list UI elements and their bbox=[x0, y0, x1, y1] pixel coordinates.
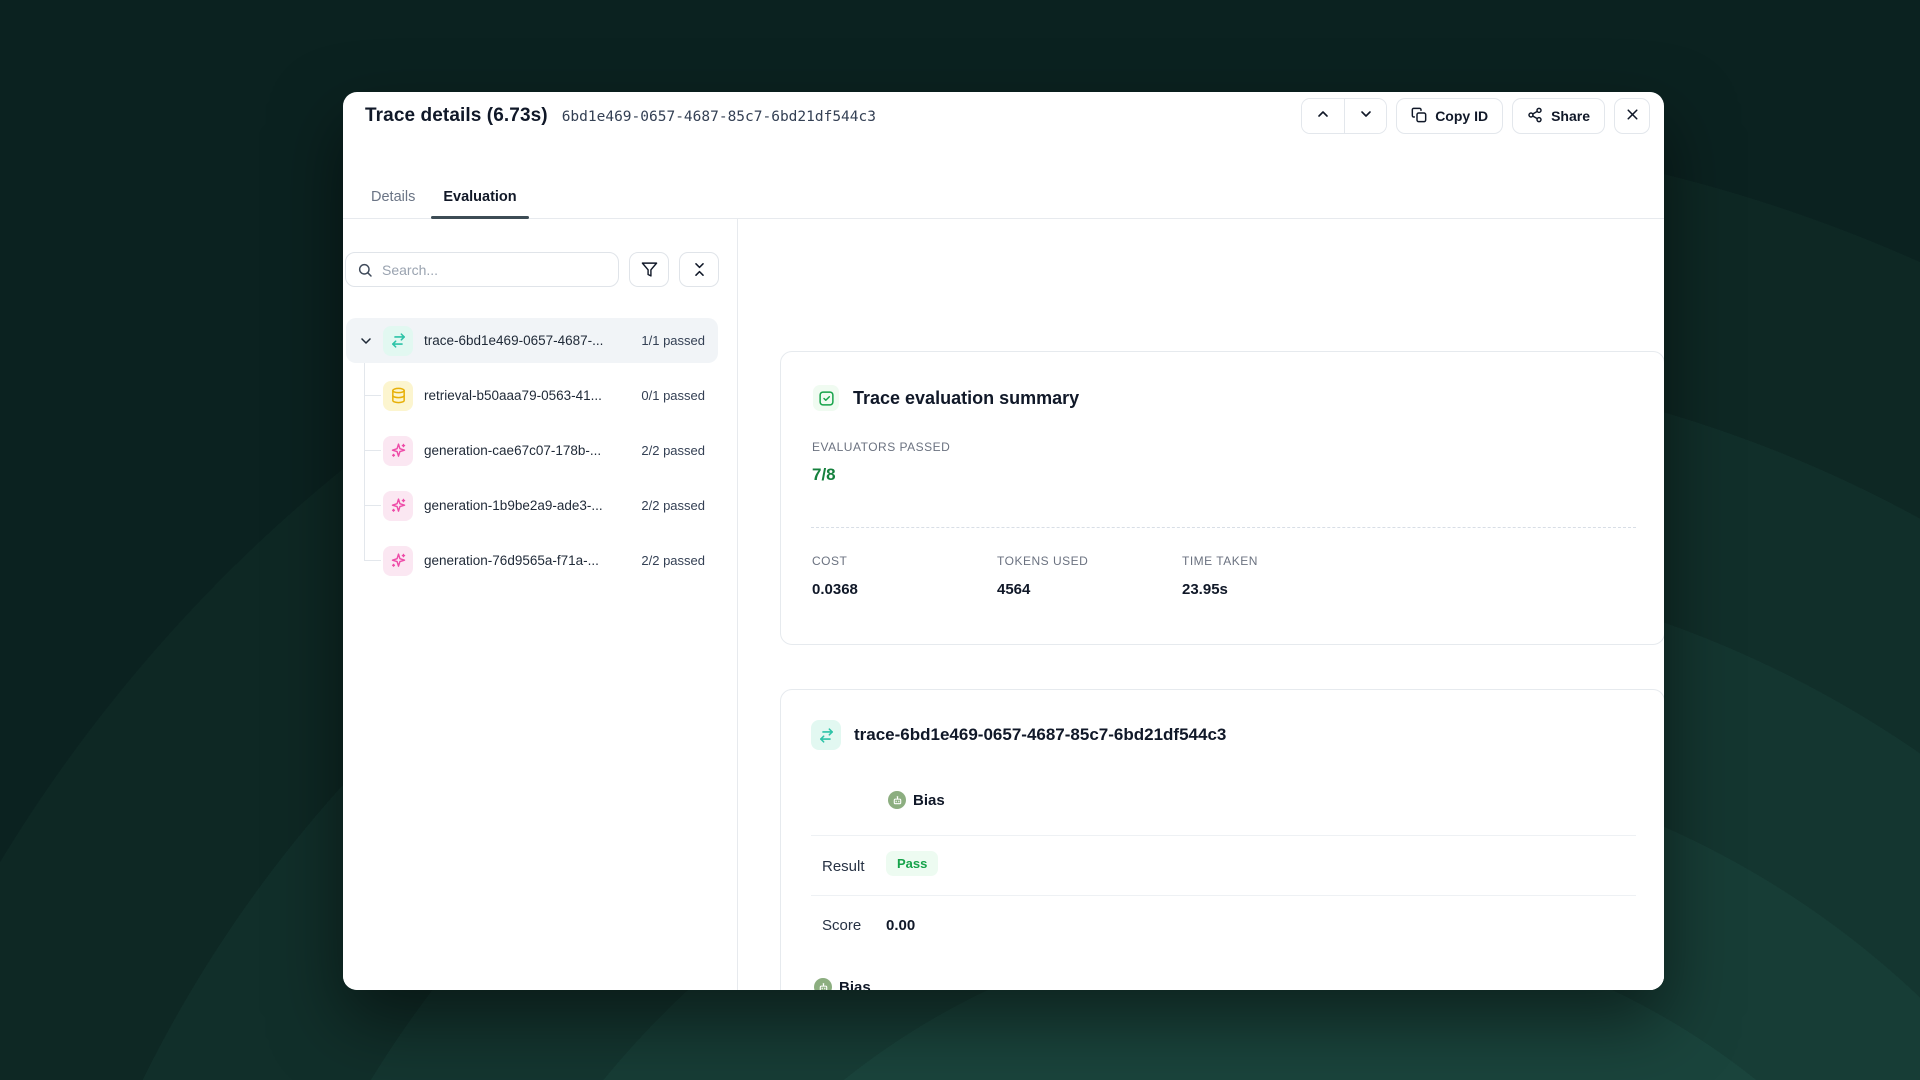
cost-value: 0.0368 bbox=[812, 581, 858, 598]
tree-item[interactable]: generation-1b9be2a9-ade3-... 2/2 passed bbox=[346, 483, 718, 528]
time-value: 23.95s bbox=[1182, 581, 1258, 598]
tokens-value: 4564 bbox=[997, 581, 1088, 598]
trace-card-title: trace-6bd1e469-0657-4687-85c7-6bd21df544… bbox=[854, 725, 1226, 745]
tab-details[interactable]: Details bbox=[359, 175, 427, 219]
trace-tree: trace-6bd1e469-0657-4687-... 1/1 passed re… bbox=[346, 318, 718, 593]
tree-branch-line bbox=[364, 560, 381, 561]
share-label: Share bbox=[1551, 108, 1590, 124]
score-row-label: Score bbox=[822, 917, 861, 934]
bias-section-header: Bias bbox=[888, 791, 945, 809]
evaluator-robot-icon bbox=[888, 791, 906, 809]
tree-item[interactable]: retrieval-b50aaa79-0563-41... 0/1 passed bbox=[346, 373, 718, 418]
sparkles-icon bbox=[383, 436, 413, 466]
tree-item-label: generation-76d9565a-f71a-... bbox=[424, 553, 599, 568]
sparkles-icon bbox=[383, 546, 413, 576]
trace-icon bbox=[811, 720, 841, 750]
tree-item[interactable]: trace-6bd1e469-0657-4687-... 1/1 passed bbox=[346, 318, 718, 363]
tree-item-label: generation-cae67c07-178b-... bbox=[424, 443, 601, 458]
search-icon bbox=[357, 262, 373, 278]
score-row-value: 0.00 bbox=[886, 917, 915, 934]
result-row-label: Result bbox=[822, 858, 865, 875]
summary-divider bbox=[811, 527, 1636, 528]
trace-nav-group bbox=[1301, 98, 1387, 134]
close-icon bbox=[1624, 106, 1641, 126]
copy-icon bbox=[1411, 107, 1427, 126]
tokens-stat: TOKENS USED 4564 bbox=[997, 554, 1088, 598]
summary-card-title: Trace evaluation summary bbox=[853, 388, 1079, 409]
cost-stat: COST 0.0368 bbox=[812, 554, 858, 598]
tree-branch-line bbox=[364, 450, 381, 451]
tree-item-passed-count: 2/2 passed bbox=[641, 443, 718, 458]
chevron-down-icon bbox=[1358, 106, 1374, 127]
share-icon bbox=[1527, 107, 1543, 126]
tree-item-passed-count: 0/1 passed bbox=[641, 388, 718, 403]
bias-section-title: Bias bbox=[913, 792, 945, 809]
tree-item-label: retrieval-b50aaa79-0563-41... bbox=[424, 388, 602, 403]
tree-branch-line bbox=[364, 395, 381, 396]
modal-header: Trace details (6.73s) 6bd1e469-0657-4687… bbox=[343, 92, 1664, 219]
chevron-down-icon[interactable] bbox=[358, 333, 374, 349]
search-input[interactable] bbox=[382, 262, 608, 278]
result-pass-badge: Pass bbox=[886, 851, 938, 876]
trace-details-modal: Trace details (6.73s) 6bd1e469-0657-4687… bbox=[343, 92, 1664, 990]
time-stat: TIME TAKEN 23.95s bbox=[1182, 554, 1258, 598]
tokens-label: TOKENS USED bbox=[997, 554, 1088, 568]
bias-section-title: Bias bbox=[839, 979, 871, 991]
tab-bar: Details Evaluation bbox=[359, 173, 1664, 219]
cost-label: COST bbox=[812, 554, 858, 568]
tree-item-label: generation-1b9be2a9-ade3-... bbox=[424, 498, 603, 513]
trace-evaluation-summary-card: Trace evaluation summary EVALUATORS PASS… bbox=[780, 351, 1664, 645]
tree-item[interactable]: generation-76d9565a-f71a-... 2/2 passed bbox=[346, 538, 718, 583]
tree-item[interactable]: generation-cae67c07-178b-... 2/2 passed bbox=[346, 428, 718, 473]
section-divider bbox=[811, 895, 1636, 896]
trace-icon bbox=[383, 326, 413, 356]
share-button[interactable]: Share bbox=[1512, 98, 1605, 134]
tab-evaluation[interactable]: Evaluation bbox=[431, 175, 528, 219]
tree-item-passed-count: 1/1 passed bbox=[641, 333, 718, 348]
collapse-vertical-icon bbox=[691, 261, 708, 278]
tree-item-passed-count: 2/2 passed bbox=[641, 553, 718, 568]
evaluator-robot-icon bbox=[814, 978, 832, 990]
database-icon bbox=[383, 381, 413, 411]
trace-id: 6bd1e469-0657-4687-85c7-6bd21df544c3 bbox=[562, 109, 876, 125]
filter-button[interactable] bbox=[629, 252, 669, 287]
trace-tree-sidebar: trace-6bd1e469-0657-4687-... 1/1 passed re… bbox=[343, 219, 738, 990]
next-trace-button[interactable] bbox=[1344, 99, 1386, 133]
tree-item-passed-count: 2/2 passed bbox=[641, 498, 718, 513]
evaluation-panel: Trace evaluation summary EVALUATORS PASS… bbox=[739, 219, 1664, 990]
page-title: Trace details (6.73s) bbox=[365, 105, 548, 127]
tree-branch-line bbox=[364, 505, 381, 506]
section-divider bbox=[811, 835, 1636, 836]
time-label: TIME TAKEN bbox=[1182, 554, 1258, 568]
filter-icon bbox=[641, 261, 658, 278]
evaluators-passed-label: EVALUATORS PASSED bbox=[812, 440, 950, 454]
chevron-up-icon bbox=[1315, 106, 1331, 127]
tree-item-label: trace-6bd1e469-0657-4687-... bbox=[424, 333, 603, 348]
evaluators-passed-value: 7/8 bbox=[812, 465, 836, 485]
prev-trace-button[interactable] bbox=[1302, 99, 1344, 133]
copy-id-label: Copy ID bbox=[1435, 108, 1488, 124]
search-box bbox=[345, 252, 619, 287]
bias-section-header: Bias bbox=[814, 978, 871, 990]
collapse-all-button[interactable] bbox=[679, 252, 719, 287]
close-button[interactable] bbox=[1614, 98, 1650, 134]
trace-result-card: trace-6bd1e469-0657-4687-85c7-6bd21df544… bbox=[780, 689, 1664, 990]
sparkles-icon bbox=[383, 491, 413, 521]
copy-id-button[interactable]: Copy ID bbox=[1396, 98, 1503, 134]
check-square-icon bbox=[813, 385, 839, 411]
